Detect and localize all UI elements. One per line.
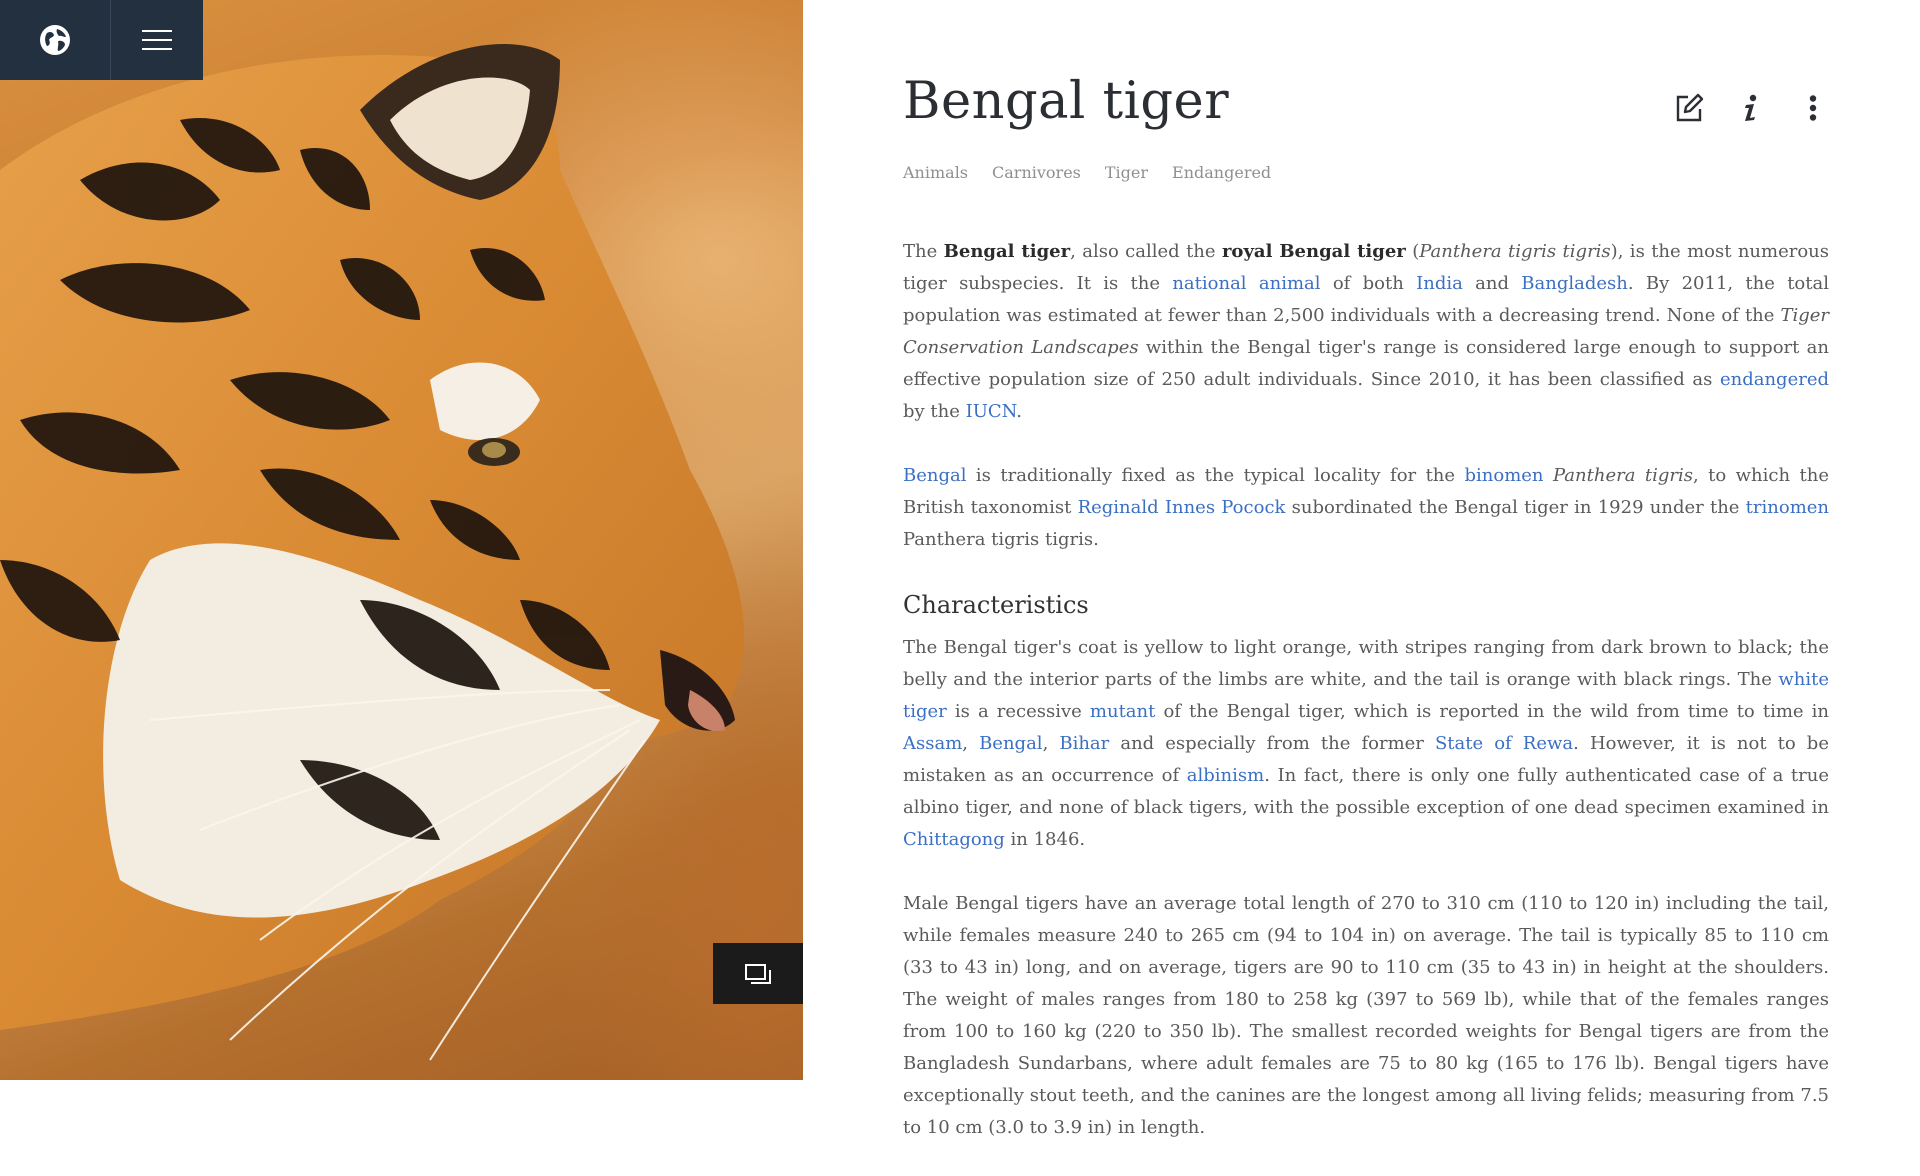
link-reginald-innes-pocock[interactable]: Reginald Innes Pocock — [1078, 497, 1286, 518]
text: . — [1016, 401, 1023, 422]
text: is a recessive — [946, 701, 1090, 722]
text: of both — [1320, 273, 1417, 294]
tag-endangered[interactable]: Endangered — [1172, 163, 1271, 182]
globe-button[interactable] — [0, 0, 110, 80]
text: subordinated the Bengal tiger in 1929 un… — [1285, 497, 1746, 518]
text: , — [1042, 733, 1060, 754]
text: The — [903, 241, 944, 262]
gallery-icon — [745, 963, 771, 984]
text: Panthera tigris tigris. — [903, 529, 1099, 550]
hamburger-menu-icon — [142, 30, 173, 50]
text: ( — [1405, 241, 1420, 262]
link-assam[interactable]: Assam — [903, 733, 962, 754]
tag-list: Animals Carnivores Tiger Endangered — [903, 163, 1271, 182]
globe-icon — [40, 25, 71, 55]
text: of the Bengal tiger, which is reported i… — [1155, 701, 1829, 722]
text: and especially from the former — [1109, 733, 1435, 754]
link-national-animal[interactable]: national animal — [1172, 273, 1320, 294]
hero-image — [0, 0, 803, 1080]
link-bihar[interactable]: Bihar — [1059, 733, 1109, 754]
paragraph-intro: The Bengal tiger, also called the royal … — [903, 236, 1829, 428]
menu-button[interactable] — [110, 0, 203, 80]
link-mutant[interactable]: mutant — [1090, 701, 1155, 722]
link-albinism[interactable]: albinism — [1187, 765, 1264, 786]
article-body: The Bengal tiger, also called the royal … — [903, 236, 1829, 1176]
paragraph-coat: The Bengal tiger's coat is yellow to lig… — [903, 632, 1829, 856]
text: is traditionally fixed as the typical lo… — [966, 465, 1465, 486]
link-bangladesh[interactable]: Bangladesh — [1521, 273, 1628, 294]
text: and — [1462, 273, 1522, 294]
text: by the — [903, 401, 966, 422]
text: , — [962, 733, 980, 754]
info-button[interactable] — [1735, 92, 1767, 124]
link-state-of-rewa[interactable]: State of Rewa — [1435, 733, 1573, 754]
paragraph-size: Male Bengal tigers have an average total… — [903, 893, 1829, 1138]
link-bengal[interactable]: Bengal — [979, 733, 1042, 754]
edit-icon — [1676, 93, 1704, 122]
section-heading-characteristics: Characteristics — [903, 591, 1089, 619]
italic-term: Panthera tigris — [1552, 465, 1693, 486]
bold-term: royal Bengal tiger — [1221, 241, 1406, 262]
link-trinomen[interactable]: trinomen — [1746, 497, 1829, 518]
link-bengal[interactable]: Bengal — [903, 465, 966, 486]
italic-term: Panthera tigris tigris — [1419, 241, 1611, 262]
text: The Bengal tiger's coat is yellow to lig… — [903, 637, 1829, 690]
page-title: Bengal tiger — [903, 72, 1230, 131]
more-vertical-icon — [1809, 95, 1817, 121]
tiger-photo — [0, 44, 745, 1061]
text: , also called the — [1070, 241, 1222, 262]
text: in 1846. — [1004, 829, 1086, 850]
tag-animals[interactable]: Animals — [903, 163, 968, 182]
tag-tiger[interactable]: Tiger — [1105, 163, 1148, 182]
edit-button[interactable] — [1673, 92, 1705, 124]
tag-carnivores[interactable]: Carnivores — [992, 163, 1081, 182]
paragraph-taxonomy: Bengal is traditionally fixed as the typ… — [903, 460, 1829, 556]
link-chittagong[interactable]: Chittagong — [903, 829, 1005, 850]
link-binomen[interactable]: binomen — [1465, 465, 1544, 486]
link-india[interactable]: India — [1416, 273, 1463, 294]
more-button[interactable] — [1797, 92, 1829, 124]
link-iucn[interactable]: IUCN — [966, 401, 1017, 422]
info-icon — [1745, 94, 1757, 121]
link-endangered[interactable]: endangered — [1720, 369, 1829, 390]
gallery-button[interactable] — [713, 943, 803, 1004]
article-actions — [1673, 92, 1829, 124]
text — [1544, 465, 1553, 486]
bold-term: Bengal tiger — [943, 241, 1071, 262]
top-nav-bar — [0, 0, 203, 80]
article: Bengal tiger Animals Carnivores Tiger En… — [903, 0, 1829, 1138]
